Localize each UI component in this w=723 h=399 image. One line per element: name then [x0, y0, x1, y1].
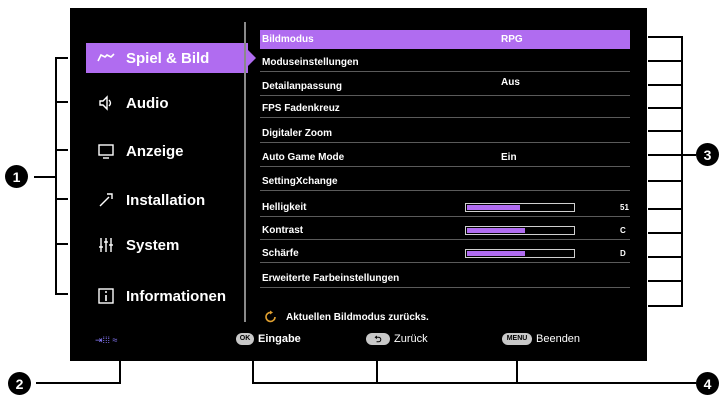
bracket-3-ticks — [648, 60, 682, 282]
callout-3: 3 — [696, 143, 719, 166]
menu-item-label: Informationen — [126, 287, 226, 305]
ok-label: Eingabe — [258, 333, 301, 345]
schaerfe-slider[interactable] — [465, 248, 575, 258]
setting-label: Detailanpassung — [262, 80, 343, 92]
menu-item-installation[interactable]: Installation — [86, 185, 241, 215]
slider-fill — [467, 227, 526, 233]
setting-fps-fadenkreuz[interactable]: FPS Fadenkreuz — [260, 99, 630, 118]
ok-enter-key[interactable]: OK Eingabe — [236, 333, 301, 345]
back-arrow-icon: ⮌ — [366, 333, 390, 345]
callout-2: 2 — [8, 372, 31, 395]
helligkeit-slider[interactable] — [465, 202, 575, 212]
setting-detailanpassung[interactable]: Detailanpassung Aus — [260, 77, 630, 96]
bracket-3 — [648, 36, 683, 307]
back-key[interactable]: ⮌ Zurück — [366, 333, 428, 345]
setting-bildmodus[interactable]: Bildmodus RPG — [260, 30, 630, 49]
info-icon — [96, 286, 116, 306]
setting-label: Auto Game Mode — [262, 151, 345, 163]
bottom-bar: ⇥⁞⁞⁞ ≈ OK Eingabe ⮌ Zurück MENU Beenden — [70, 326, 647, 361]
monitor-icon — [96, 141, 116, 161]
setting-label: FPS Fadenkreuz — [262, 102, 340, 114]
menu-item-audio[interactable]: Audio — [86, 88, 241, 118]
slider-readout: D — [620, 248, 626, 258]
setting-label: Bildmodus — [262, 34, 314, 45]
input-source-icon: ⇥⁞⁞⁞ ≈ — [95, 335, 118, 345]
slider-readout: 51 — [620, 202, 629, 212]
setting-kontrast[interactable]: Kontrast C — [260, 221, 630, 240]
reset-picture-mode[interactable]: Aktuellen Bildmodus zurücks. — [260, 306, 630, 328]
setting-auto-game-mode[interactable]: Auto Game Mode Ein — [260, 148, 630, 167]
stage: 1 2 3 4 Spiel & Bild Audio Anzeige Insta… — [0, 0, 723, 399]
slider-readout: C — [620, 225, 626, 235]
reset-label: Aktuellen Bildmodus zurücks. — [286, 311, 429, 323]
setting-label: Digitaler Zoom — [262, 127, 333, 139]
setting-label: Kontrast — [262, 224, 304, 236]
menu-icon: MENU — [502, 333, 532, 345]
menu-item-label: System — [126, 236, 180, 254]
input-source-indicator[interactable]: ⇥⁞⁞⁞ ≈ — [95, 335, 117, 346]
menu-item-label: Installation — [126, 191, 206, 209]
setting-label: Erweiterte Farbeinstellungen — [262, 272, 400, 284]
speaker-icon — [96, 93, 116, 113]
setting-moduseinstellungen[interactable]: Moduseinstellungen — [260, 53, 630, 72]
menu-item-informationen[interactable]: Informationen — [86, 281, 241, 311]
setting-value: RPG — [501, 34, 523, 45]
setting-label: SettingXchange — [262, 175, 338, 187]
menu-item-label: Audio — [126, 94, 169, 112]
setting-erweiterte-farbeinstellungen[interactable]: Erweiterte Farbeinstellungen — [260, 269, 630, 288]
menu-exit-label: Beenden — [536, 333, 581, 345]
osd-screen: Spiel & Bild Audio Anzeige Installation — [70, 8, 647, 361]
menu-exit-key[interactable]: MENU Beenden — [502, 333, 580, 345]
setting-label: Moduseinstellungen — [262, 56, 359, 68]
menu-item-system[interactable]: System — [86, 230, 241, 260]
ok-icon: OK — [236, 333, 254, 345]
menu-item-anzeige[interactable]: Anzeige — [86, 136, 241, 166]
settings-panel: Bildmodus RPG Moduseinstellungen Detaila… — [244, 22, 630, 323]
setting-digitaler-zoom[interactable]: Digitaler Zoom — [260, 124, 630, 143]
callout-1: 1 — [5, 165, 28, 188]
setting-value: Ein — [501, 151, 517, 163]
setting-label: Schärfe — [262, 247, 299, 259]
tools-icon — [96, 190, 116, 210]
gamepad-icon — [96, 48, 116, 68]
slider-fill — [467, 250, 526, 256]
menu-item-label: Spiel & Bild — [126, 49, 210, 67]
setting-schaerfe[interactable]: Schärfe D — [260, 244, 630, 263]
menu-item-label: Anzeige — [126, 142, 184, 160]
sliders-icon — [96, 235, 116, 255]
setting-settingxchange[interactable]: SettingXchange — [260, 172, 630, 191]
back-label: Zurück — [394, 333, 428, 345]
menu-item-spiel-bild[interactable]: Spiel & Bild — [86, 43, 256, 73]
setting-label: Helligkeit — [262, 201, 307, 213]
reset-icon — [264, 310, 278, 324]
slider-fill — [467, 204, 520, 210]
setting-value: Aus — [501, 77, 520, 88]
callout-4: 4 — [696, 372, 719, 395]
bracket-1 — [55, 57, 68, 295]
setting-helligkeit[interactable]: Helligkeit 51 — [260, 198, 630, 217]
kontrast-slider[interactable] — [465, 225, 575, 235]
